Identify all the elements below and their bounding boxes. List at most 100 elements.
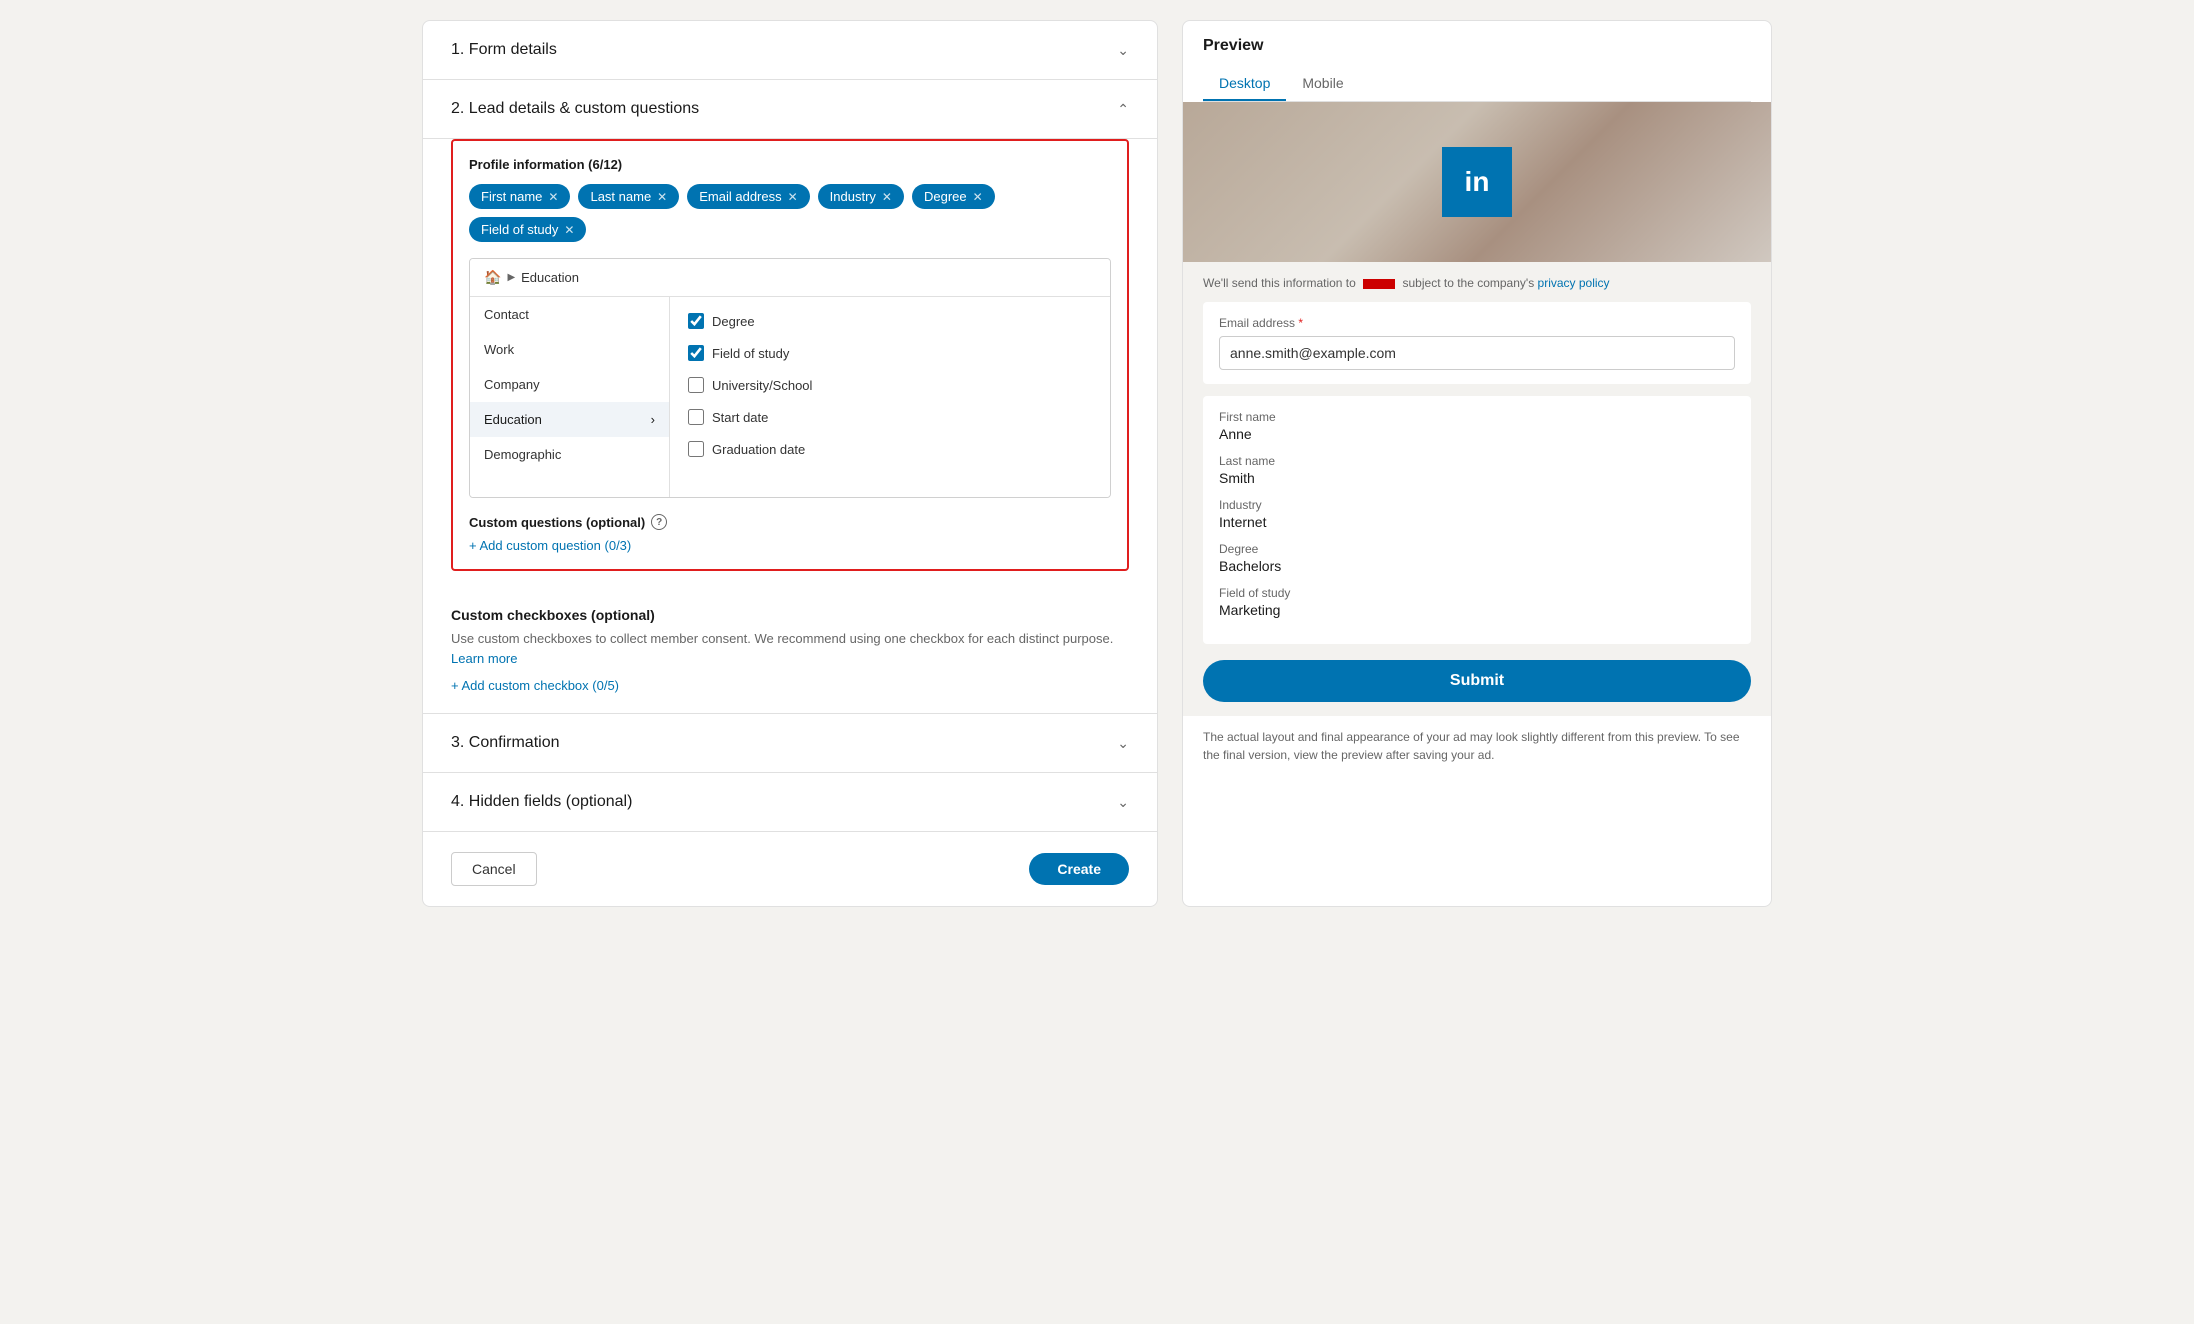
tree-item-company[interactable]: Company xyxy=(470,367,669,402)
tree-left-column: Contact Work Company Education › xyxy=(470,297,670,497)
home-icon[interactable]: 🏠 xyxy=(484,269,501,286)
section-2-chevron-icon: ⌃ xyxy=(1117,101,1129,118)
tree-item-demographic[interactable]: Demographic xyxy=(470,437,669,472)
checkbox-university[interactable]: University/School xyxy=(678,369,1102,401)
section-2: 2. Lead details & custom questions ⌃ xyxy=(423,80,1157,139)
dropdown-tree: 🏠 ▶ Education Contact Work Compa xyxy=(469,258,1111,498)
section-1-header[interactable]: 1. Form details ⌄ xyxy=(451,41,1129,59)
tag-first-name-remove-icon[interactable]: ✕ xyxy=(548,190,558,204)
right-panel: Preview Desktop Mobile in We'll send xyxy=(1182,20,1772,907)
tab-mobile[interactable]: Mobile xyxy=(1286,67,1359,101)
tag-degree-remove-icon[interactable]: ✕ xyxy=(973,190,983,204)
profile-data-group: First name Anne Last name Smith Industry… xyxy=(1203,396,1751,644)
section-4: 4. Hidden fields (optional) ⌄ xyxy=(423,773,1157,832)
last-name-label: Last name xyxy=(1219,454,1735,468)
checkbox-field-of-study[interactable]: Field of study xyxy=(678,337,1102,369)
section-3-header[interactable]: 3. Confirmation ⌄ xyxy=(451,734,1129,752)
checkbox-start-date-input[interactable] xyxy=(688,409,704,425)
tree-item-work[interactable]: Work xyxy=(470,332,669,367)
tree-item-contact[interactable]: Contact xyxy=(470,297,669,332)
checkbox-university-input[interactable] xyxy=(688,377,704,393)
privacy-note: We'll send this information to subject t… xyxy=(1203,276,1751,290)
section-1-chevron-icon: ⌄ xyxy=(1117,42,1129,59)
tag-field-of-study-remove-icon[interactable]: ✕ xyxy=(564,223,574,237)
submit-button[interactable]: Submit xyxy=(1203,660,1751,702)
email-field-label: Email address * xyxy=(1219,316,1735,330)
tag-industry-remove-icon[interactable]: ✕ xyxy=(882,190,892,204)
email-required-indicator: * xyxy=(1298,316,1303,330)
custom-checkboxes-desc-text: Use custom checkboxes to collect member … xyxy=(451,631,1113,646)
checkbox-degree-input[interactable] xyxy=(688,313,704,329)
profile-section-title: Profile information (6/12) xyxy=(469,157,1111,172)
tab-desktop-label: Desktop xyxy=(1219,75,1270,91)
tag-first-name[interactable]: First name ✕ xyxy=(469,184,570,209)
checkbox-degree[interactable]: Degree xyxy=(678,305,1102,337)
tag-email-address[interactable]: Email address ✕ xyxy=(687,184,809,209)
industry-value: Internet xyxy=(1219,514,1735,530)
preview-disclaimer: The actual layout and final appearance o… xyxy=(1183,716,1771,780)
privacy-policy-link[interactable]: privacy policy xyxy=(1538,276,1610,290)
email-input[interactable] xyxy=(1219,336,1735,370)
privacy-note-before: We'll send this information to xyxy=(1203,276,1356,290)
industry-label: Industry xyxy=(1219,498,1735,512)
checkbox-field-of-study-input[interactable] xyxy=(688,345,704,361)
field-industry: Industry Internet xyxy=(1219,498,1735,530)
bottom-actions: Cancel Create xyxy=(423,832,1157,906)
tag-last-name-remove-icon[interactable]: ✕ xyxy=(657,190,667,204)
checkbox-graduation-date[interactable]: Graduation date xyxy=(678,433,1102,465)
degree-value: Bachelors xyxy=(1219,558,1735,574)
checkbox-start-date[interactable]: Start date xyxy=(678,401,1102,433)
tree-header: 🏠 ▶ Education xyxy=(470,259,1110,297)
section-1: 1. Form details ⌄ xyxy=(423,21,1157,80)
preview-title: Preview xyxy=(1203,37,1751,55)
left-panel: 1. Form details ⌄ 2. Lead details & cust… xyxy=(422,20,1158,907)
degree-label: Degree xyxy=(1219,542,1735,556)
add-custom-checkbox-link[interactable]: + Add custom checkbox (0/5) xyxy=(451,678,1129,693)
section-2-header[interactable]: 2. Lead details & custom questions ⌃ xyxy=(451,100,1129,118)
tree-right-column: Degree Field of study University/School xyxy=(670,297,1110,497)
add-custom-question-link[interactable]: + Add custom question (0/3) xyxy=(469,538,1111,553)
profile-section: Profile information (6/12) First name ✕ … xyxy=(451,139,1129,571)
section-1-title: 1. Form details xyxy=(451,41,557,59)
tag-last-name[interactable]: Last name ✕ xyxy=(578,184,679,209)
field-degree: Degree Bachelors xyxy=(1219,542,1735,574)
first-name-value: Anne xyxy=(1219,426,1735,442)
section-3-title: 3. Confirmation xyxy=(451,734,560,752)
tag-field-of-study[interactable]: Field of study ✕ xyxy=(469,217,586,242)
checkbox-graduation-date-label: Graduation date xyxy=(712,442,805,457)
breadcrumb-arrow-icon: ▶ xyxy=(507,272,515,283)
field-of-study-value: Marketing xyxy=(1219,602,1735,618)
redacted-company-icon xyxy=(1363,279,1395,289)
tree-item-education-arrow-icon: › xyxy=(651,412,655,427)
tag-email-remove-icon[interactable]: ✕ xyxy=(788,190,798,204)
linkedin-logo-preview: in xyxy=(1442,147,1512,217)
section-3: 3. Confirmation ⌄ xyxy=(423,714,1157,773)
custom-checkboxes-section: Custom checkboxes (optional) Use custom … xyxy=(423,587,1157,714)
create-button[interactable]: Create xyxy=(1029,853,1129,885)
tag-email-address-label: Email address xyxy=(699,189,781,204)
section-3-chevron-icon: ⌄ xyxy=(1117,735,1129,752)
tab-mobile-label: Mobile xyxy=(1302,75,1343,91)
custom-questions-label: Custom questions (optional) xyxy=(469,515,645,530)
field-field-of-study: Field of study Marketing xyxy=(1219,586,1735,618)
preview-banner: in xyxy=(1183,102,1771,262)
section-4-header[interactable]: 4. Hidden fields (optional) ⌄ xyxy=(451,793,1129,811)
checkbox-start-date-label: Start date xyxy=(712,410,768,425)
cancel-button[interactable]: Cancel xyxy=(451,852,537,886)
field-last-name: Last name Smith xyxy=(1219,454,1735,486)
tab-desktop[interactable]: Desktop xyxy=(1203,67,1286,101)
tree-item-education[interactable]: Education › xyxy=(470,402,669,437)
checkbox-degree-label: Degree xyxy=(712,314,755,329)
section-2-title: 2. Lead details & custom questions xyxy=(451,100,699,118)
learn-more-link[interactable]: Learn more xyxy=(451,651,517,666)
preview-form-area: We'll send this information to subject t… xyxy=(1183,262,1771,716)
first-name-label: First name xyxy=(1219,410,1735,424)
tag-industry[interactable]: Industry ✕ xyxy=(818,184,904,209)
tag-first-name-label: First name xyxy=(481,189,542,204)
custom-checkboxes-desc: Use custom checkboxes to collect member … xyxy=(451,629,1129,668)
help-icon[interactable]: ? xyxy=(651,514,667,530)
tag-degree[interactable]: Degree ✕ xyxy=(912,184,995,209)
breadcrumb-current: Education xyxy=(521,270,579,285)
section-4-chevron-icon: ⌄ xyxy=(1117,794,1129,811)
checkbox-graduation-date-input[interactable] xyxy=(688,441,704,457)
